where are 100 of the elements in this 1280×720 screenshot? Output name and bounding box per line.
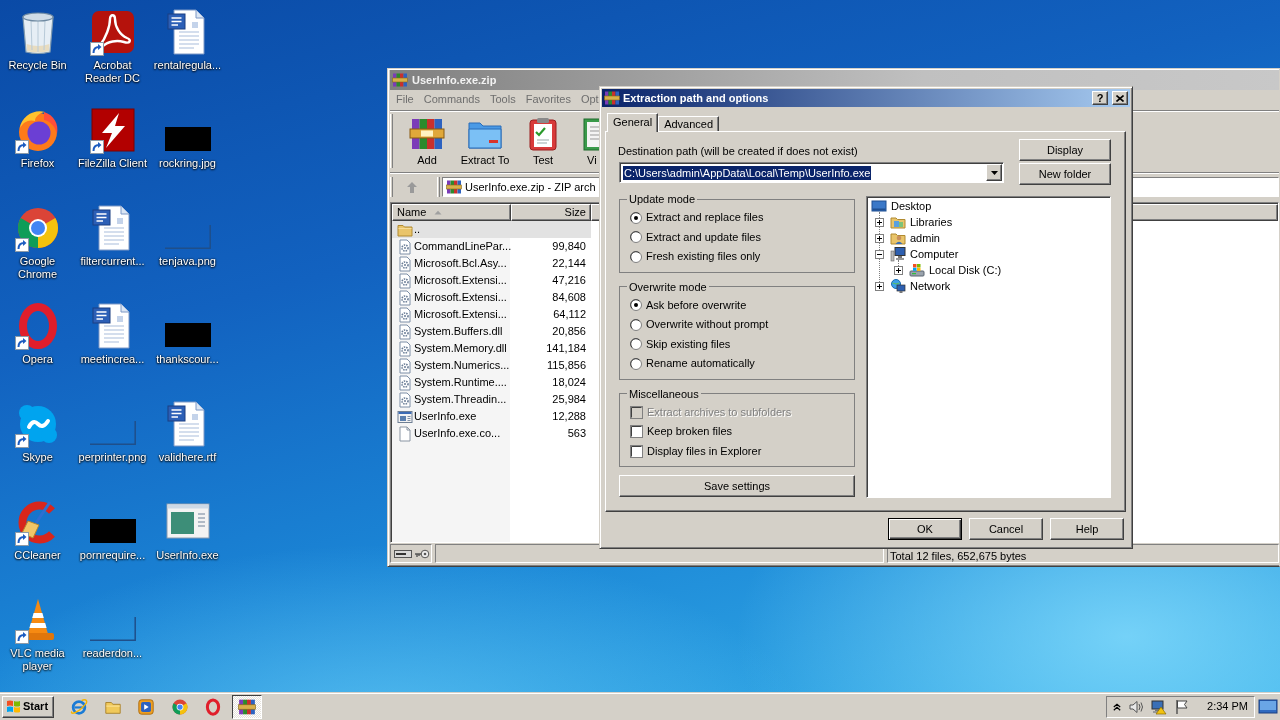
dialog-button[interactable]: OK <box>888 518 962 540</box>
checkbox-option[interactable]: Keep broken files <box>630 422 732 442</box>
tree-item[interactable]: admin <box>890 230 942 246</box>
file-size-cell-text: 22,144 <box>551 256 587 271</box>
menu-item[interactable]: Tools <box>485 91 521 107</box>
file-name-cell[interactable]: System.Numerics... <box>392 357 516 374</box>
save-settings-button[interactable]: Save settings <box>619 475 855 497</box>
radio-icon[interactable] <box>630 299 642 312</box>
plus-box-icon[interactable] <box>875 233 884 243</box>
radio-icon[interactable] <box>630 231 642 244</box>
minus-box-icon[interactable] <box>875 249 884 259</box>
books-icon <box>604 90 620 106</box>
speaker-icon[interactable] <box>1128 698 1145 715</box>
column-header[interactable]: Name <box>392 204 511 221</box>
tree-item[interactable]: Libraries <box>890 214 955 230</box>
file-name-cell[interactable]: Microsoft.Extensi... <box>392 272 516 289</box>
file-name-cell[interactable]: .. <box>392 221 516 238</box>
tree-item[interactable]: Desktop <box>871 198 934 214</box>
group-title: Update mode <box>628 193 697 205</box>
gear-document-icon <box>397 238 413 255</box>
image-thumbnail-icon <box>164 127 211 151</box>
menu-item[interactable]: Opt <box>575 91 599 107</box>
taskbar-button[interactable] <box>231 694 262 719</box>
radio-icon[interactable] <box>630 357 642 370</box>
file-size-cell-text: 12,288 <box>551 409 587 424</box>
start-button[interactable]: Start <box>2 695 54 718</box>
radio-option[interactable]: Rename automatically <box>630 354 755 374</box>
monitor-icon[interactable] <box>1258 698 1278 715</box>
blank-document-icon <box>397 425 413 442</box>
menu-item[interactable]: Commands <box>418 91 485 107</box>
icon-item[interactable]: thankscour... <box>150 294 225 366</box>
icon-item[interactable]: Skype <box>0 392 75 464</box>
tree-item[interactable]: Network <box>890 278 953 294</box>
icon-item[interactable]: Recycle Bin <box>0 0 75 72</box>
radio-icon[interactable] <box>630 318 642 331</box>
toolbar-button[interactable]: Test <box>514 111 572 169</box>
side-button[interactable]: New folder <box>1019 163 1111 185</box>
checkbox-icon[interactable] <box>630 444 643 458</box>
radio-icon[interactable] <box>630 211 642 224</box>
icon-item[interactable]: validhere.rtf <box>150 392 225 464</box>
icon-item[interactable]: filtercurrent... <box>75 196 150 268</box>
icon-item[interactable]: VLC media player <box>0 588 75 673</box>
file-size-cell-text: 25,984 <box>551 392 587 407</box>
radio-option[interactable]: Skip existing files <box>630 334 731 354</box>
tree-item[interactable]: Computer <box>890 246 961 262</box>
radio-option[interactable]: Ask before overwrite <box>630 295 747 315</box>
tab[interactable]: General <box>607 113 659 132</box>
icon-item[interactable]: Acrobat Reader DC <box>75 0 150 85</box>
toolbar-button[interactable]: Add <box>398 111 456 169</box>
file-name-cell[interactable]: System.Memory.dll <box>392 340 516 357</box>
file-name-cell[interactable]: Microsoft.Bcl.Asy... <box>392 255 516 272</box>
file-name-cell[interactable]: UserInfo.exe <box>392 408 516 425</box>
radio-option[interactable]: Extract and update files <box>630 227 761 247</box>
help-button[interactable]: ? <box>1092 91 1108 105</box>
radio-icon[interactable] <box>630 250 642 263</box>
radio-icon[interactable] <box>630 338 642 351</box>
file-name-cell[interactable]: System.Runtime.... <box>392 374 516 391</box>
icon-item[interactable]: Google Chrome <box>0 196 75 281</box>
network-warning-icon[interactable] <box>1151 698 1168 715</box>
books-icon <box>392 72 408 88</box>
icon-item[interactable]: CCleaner <box>0 490 75 562</box>
icon-item[interactable]: meetincrea... <box>75 294 150 366</box>
plus-box-icon[interactable] <box>875 281 884 291</box>
icon-item[interactable]: rockring.jpg <box>150 98 225 170</box>
checkbox-icon[interactable] <box>630 425 643 439</box>
side-button[interactable]: Display <box>1019 139 1111 161</box>
file-size-cell-text: 18,024 <box>551 375 587 390</box>
file-name-cell[interactable]: System.Threadin... <box>392 391 516 408</box>
icon-item[interactable]: FileZilla Client <box>75 98 150 170</box>
file-name-cell[interactable]: CommandLinePar... <box>392 238 516 255</box>
dialog-button[interactable]: Help <box>1050 518 1124 540</box>
dialog-button[interactable]: Cancel <box>969 518 1043 540</box>
radio-option[interactable]: Overwrite without prompt <box>630 315 769 335</box>
checkbox-option[interactable]: Display files in Explorer <box>630 441 762 461</box>
tab[interactable]: Advanced <box>658 116 720 131</box>
icon-item[interactable]: Opera <box>0 294 75 366</box>
column-header[interactable]: Size <box>511 204 591 221</box>
plus-box-icon[interactable] <box>894 265 903 275</box>
icon-item[interactable]: pornrequire... <box>75 490 150 562</box>
icon-item[interactable]: perprinter.png <box>75 392 150 464</box>
close-button[interactable] <box>1112 91 1128 105</box>
path-field[interactable]: C:\Users\admin\AppData\Local\Temp\UserInfo.exe <box>619 162 1004 183</box>
toolbar-button[interactable]: Extract To <box>456 111 514 169</box>
empty-thumbnail-icon <box>89 421 136 445</box>
plus-box-icon[interactable] <box>875 217 884 227</box>
file-name-cell[interactable]: System.Buffers.dll <box>392 323 516 340</box>
radio-option[interactable]: Fresh existing files only <box>630 247 761 267</box>
radio-option[interactable]: Extract and replace files <box>630 208 764 228</box>
file-name-cell[interactable]: Microsoft.Extensi... <box>392 306 516 323</box>
globe-swoosh-icon <box>70 697 88 716</box>
icon-item[interactable]: UserInfo.exe <box>150 490 225 562</box>
file-name-cell[interactable]: UserInfo.exe.co... <box>392 425 516 442</box>
chevron-up-icon[interactable] <box>1113 702 1122 711</box>
tree-item[interactable]: Local Disk (C:) <box>909 262 1004 278</box>
flag-icon[interactable] <box>1174 698 1191 715</box>
icon-item[interactable]: tenjava.png <box>150 196 225 268</box>
icon-item[interactable]: Firefox <box>0 98 75 170</box>
icon-item[interactable]: rentalregula... <box>150 0 225 72</box>
dropdown-button[interactable] <box>986 164 1002 181</box>
file-name-cell[interactable]: Microsoft.Extensi... <box>392 289 516 306</box>
